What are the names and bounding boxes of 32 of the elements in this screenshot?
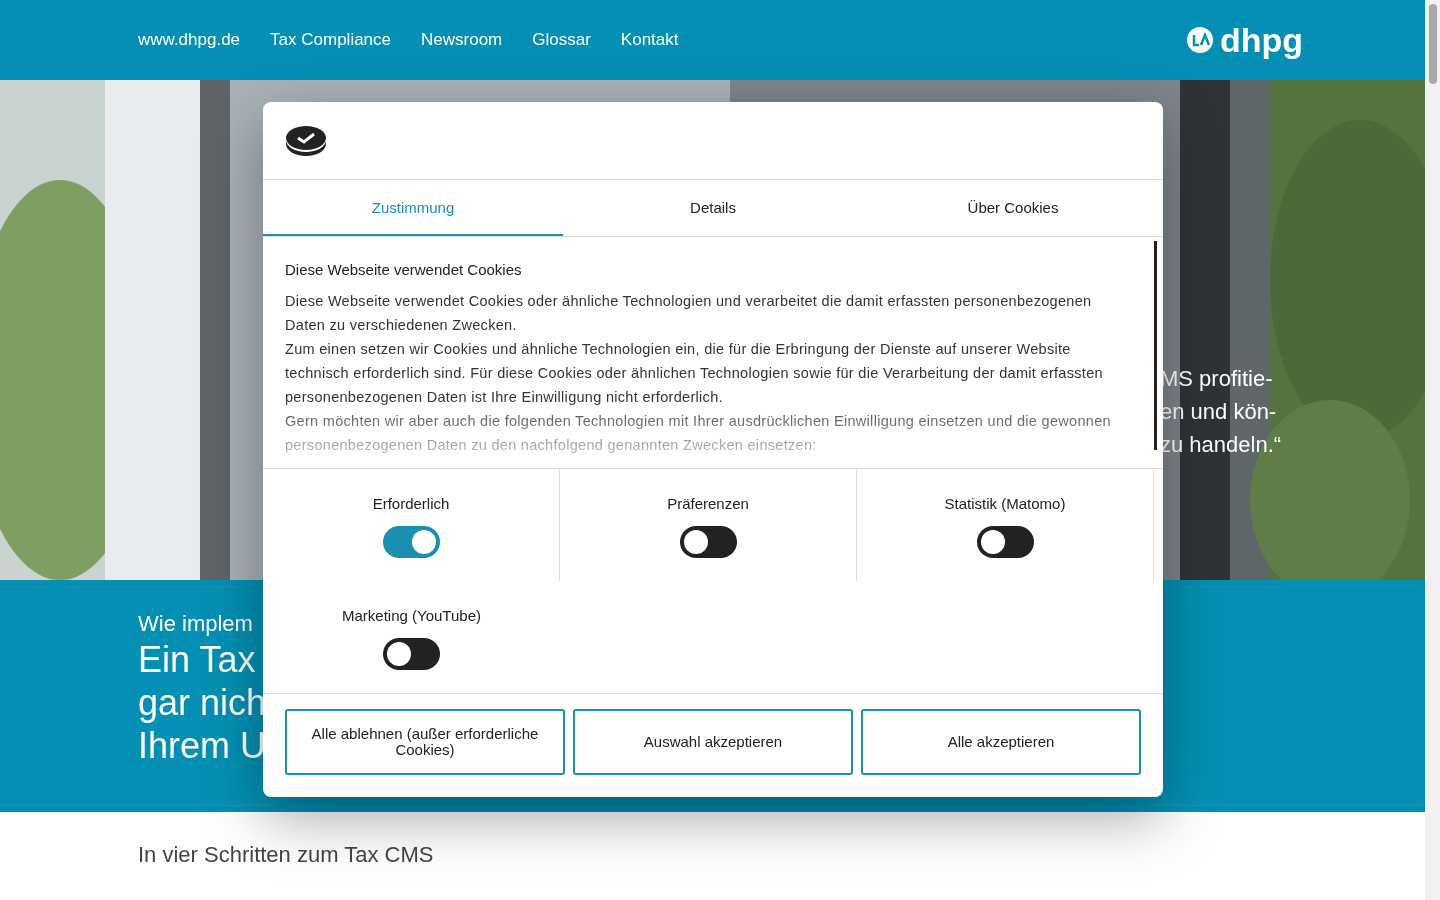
scrollbar[interactable] (1425, 0, 1440, 900)
nav-link[interactable]: Kontakt (620, 30, 679, 50)
scrollbar-thumb[interactable] (1154, 241, 1157, 450)
consent-label: Erforderlich (372, 495, 450, 512)
intro-title: gar nich (138, 681, 267, 724)
consent-button[interactable]: Alle ablehnen (außer erforderliche Cookies) (285, 709, 565, 775)
toggle-switch[interactable] (976, 526, 1034, 558)
consent-button[interactable]: Auswahl akzeptieren (573, 709, 853, 775)
consent-label: Marketing (YouTube) (342, 607, 481, 624)
nav-link[interactable]: www.dhpg.de (138, 30, 241, 50)
logo-text[interactable]: dhpg (1219, 23, 1303, 57)
dialog-paragraph: Diese Webseite verwendet Cookies oder ähnliche Technologien und verarbeitet die damit erfassten personenbezogenen Daten zu verschiedenen Zwecken. (285, 292, 1093, 335)
intro-title: Ein Tax (138, 638, 256, 681)
consent-button[interactable]: Alle akzeptieren (861, 709, 1141, 775)
nav-link[interactable]: Glossar (532, 30, 591, 50)
cookie-check-icon (285, 124, 327, 157)
logo-icon (1185, 26, 1214, 54)
consent-label: Präferenzen (667, 495, 749, 512)
nav-link[interactable]: Newsroom (421, 30, 503, 50)
dialog-paragraph: Gern möchten wir aber auch die folgenden Technologien mit Ihrer ausdrücklichen Einwilligung einsetzen und die gewonnen personenbezogenen Daten zu den nachfolgend genannten Zwecken einsetzen: (285, 412, 1112, 455)
toggle-switch[interactable] (382, 526, 440, 558)
toggle-switch[interactable] (679, 526, 737, 558)
section-heading: In vier Schritten zum Tax CMS (138, 842, 435, 868)
nav-link[interactable]: Tax Compliance (270, 30, 392, 50)
dialog-paragraph: Zum einen setzen wir Cookies und ähnliche Technologien ein, die für die Erbringung der Dienste auf unserer Website technisch erforderlich sind. Für diese Cookies oder ähnlichen Technologien sowie für die Verarbeitung der damit erfassten personenbezogenen Daten ist Ihre Einwilligung nicht erforderlich. (285, 340, 1104, 407)
intro-title: Ihrem U (138, 724, 267, 767)
dialog-heading: Diese Webseite verwendet Cookies (285, 261, 523, 278)
consent-label: Statistik (Matomo) (944, 495, 1066, 512)
intro-kicker: Wie implem (138, 610, 253, 638)
dialog-tab[interactable]: Zustimmung (263, 180, 563, 236)
scrollbar-thumb[interactable] (1428, 4, 1437, 84)
toggle-switch[interactable] (383, 638, 440, 670)
